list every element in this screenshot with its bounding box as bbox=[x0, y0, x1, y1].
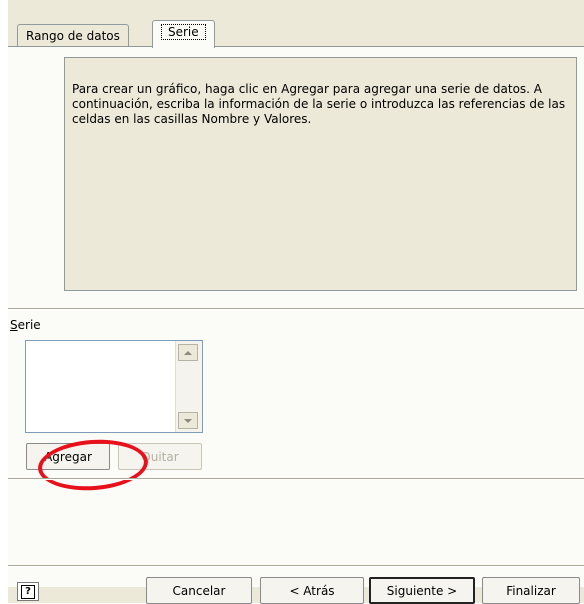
arrow-up-icon bbox=[184, 350, 192, 355]
help-icon: ? bbox=[21, 584, 35, 599]
cancel-button-label: Cancelar bbox=[172, 583, 226, 598]
scroll-up-button[interactable] bbox=[178, 344, 198, 361]
tab-rango-de-datos[interactable]: Rango de datos bbox=[17, 24, 129, 46]
finish-button-label: Finalizar bbox=[506, 583, 556, 598]
serie-label: Serie bbox=[10, 318, 41, 332]
serie-label-rest: erie bbox=[17, 318, 41, 332]
arrow-down-icon bbox=[184, 418, 192, 423]
tab-rango-de-datos-label: Rango de datos bbox=[26, 29, 120, 43]
tab-serie-label: Serie bbox=[161, 24, 206, 40]
serie-listbox[interactable] bbox=[25, 340, 203, 433]
serie-label-accel: S bbox=[10, 318, 18, 332]
back-button-label: < Atrás bbox=[289, 583, 335, 598]
next-button[interactable]: Siguiente > bbox=[369, 577, 475, 604]
serie-listbox-scrollbar[interactable] bbox=[175, 341, 202, 432]
next-button-label: Siguiente > bbox=[386, 583, 458, 598]
separator bbox=[8, 565, 584, 567]
help-button[interactable]: ? bbox=[17, 582, 39, 601]
info-text: Para crear un gráfico, haga clic en Agre… bbox=[72, 82, 566, 126]
back-button[interactable]: < Atrás bbox=[260, 577, 364, 604]
cancel-button[interactable]: Cancelar bbox=[146, 577, 252, 604]
separator bbox=[8, 478, 584, 480]
info-text-box: Para crear un gráfico, haga clic en Agre… bbox=[64, 57, 577, 291]
scroll-down-button[interactable] bbox=[178, 412, 198, 429]
separator bbox=[8, 308, 584, 310]
finish-button[interactable]: Finalizar bbox=[482, 577, 580, 604]
tab-serie[interactable]: Serie bbox=[152, 20, 215, 48]
